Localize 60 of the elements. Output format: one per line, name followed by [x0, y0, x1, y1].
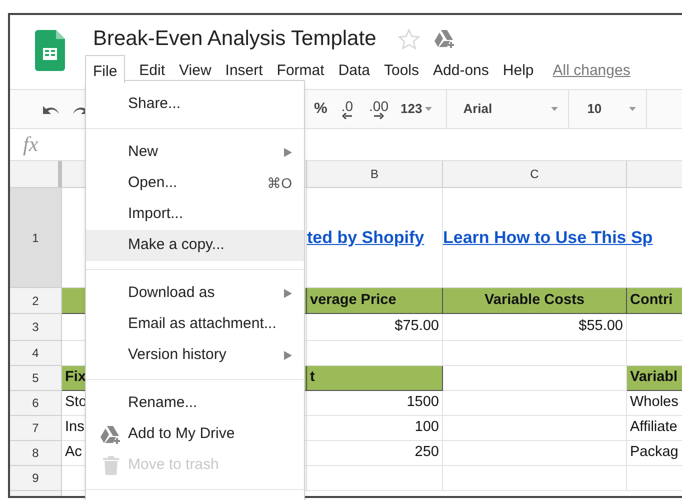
- menu-item[interactable]: Help: [496, 55, 541, 83]
- row-header[interactable]: 2: [10, 288, 62, 314]
- row-header[interactable]: 4: [10, 341, 62, 366]
- caret-icon: [551, 107, 558, 111]
- menu-item[interactable]: Make a copy...: [86, 230, 304, 261]
- right-arrow-icon: [374, 112, 384, 118]
- menu-item[interactable]: Share...: [86, 89, 304, 120]
- menu-item[interactable]: Add-ons: [426, 55, 496, 83]
- table-cell: $55.00: [443, 314, 627, 341]
- menu-item[interactable]: New: [86, 137, 304, 168]
- table-cell: Variable Costs: [443, 288, 627, 314]
- drive-icon: [100, 424, 122, 444]
- number-format-button[interactable]: 123: [400, 89, 448, 129]
- menu-item[interactable]: Format: [270, 55, 332, 83]
- table-cell: Contri: [627, 288, 682, 314]
- table-cell: Variabl: [627, 366, 682, 391]
- menu-item[interactable]: Edit: [132, 55, 172, 83]
- link[interactable]: ted by Shopify: [307, 224, 424, 250]
- trash-icon: [103, 456, 119, 475]
- column-header[interactable]: C: [443, 161, 627, 187]
- menu-item[interactable]: Email as attachment...: [86, 309, 304, 340]
- font-dropdown[interactable]: Arial: [447, 89, 570, 129]
- row-header[interactable]: 9: [10, 466, 62, 491]
- percent-format-button[interactable]: %: [314, 98, 328, 120]
- table-cell: t: [307, 366, 443, 391]
- menu-item[interactable]: Tools: [377, 55, 426, 83]
- table-cell: 100: [307, 416, 443, 441]
- table-cell: 1500: [307, 391, 443, 416]
- row-header[interactable]: 6: [10, 391, 62, 416]
- undo-icon[interactable]: [42, 103, 60, 115]
- menu-item[interactable]: View: [172, 55, 218, 83]
- drive-icon: [434, 29, 456, 49]
- column-header[interactable]: B: [307, 161, 443, 187]
- link[interactable]: Learn How to Use This Sp: [443, 224, 653, 250]
- menu-item[interactable]: File: [85, 55, 126, 83]
- star-icon[interactable]: [398, 28, 420, 50]
- menu-item[interactable]: Open... ⌘O: [86, 168, 304, 199]
- increase-decimals-button[interactable]: .00: [369, 100, 388, 112]
- formula-label: fx: [23, 130, 38, 158]
- save-status-link[interactable]: All changes: [552, 55, 630, 83]
- row-header[interactable]: 7: [10, 416, 62, 441]
- row-header[interactable]: 1: [10, 188, 62, 288]
- spreadsheet-logo: [35, 30, 65, 71]
- table-cell: verage Price: [307, 288, 443, 314]
- row-header[interactable]: 8: [10, 441, 62, 466]
- menu-item[interactable]: Rename...: [86, 388, 304, 419]
- menu-item[interactable]: Data: [331, 55, 377, 83]
- document-title[interactable]: Break-Even Analysis Template: [93, 23, 376, 55]
- table-cell: 250: [307, 441, 443, 466]
- row-header[interactable]: 3: [10, 314, 62, 341]
- menu-item[interactable]: Insert: [218, 55, 270, 83]
- caret-icon: [425, 107, 432, 111]
- decrease-decimals-button[interactable]: .0: [341, 100, 354, 112]
- menu-item[interactable]: Import...: [86, 199, 304, 230]
- menu-item[interactable]: Download as: [86, 278, 304, 309]
- table-cell: $75.00: [307, 314, 443, 341]
- font-size-dropdown[interactable]: 10: [569, 89, 648, 129]
- caret-icon: [629, 107, 636, 111]
- row-header[interactable]: 5: [10, 366, 62, 391]
- left-arrow-icon: [342, 112, 352, 118]
